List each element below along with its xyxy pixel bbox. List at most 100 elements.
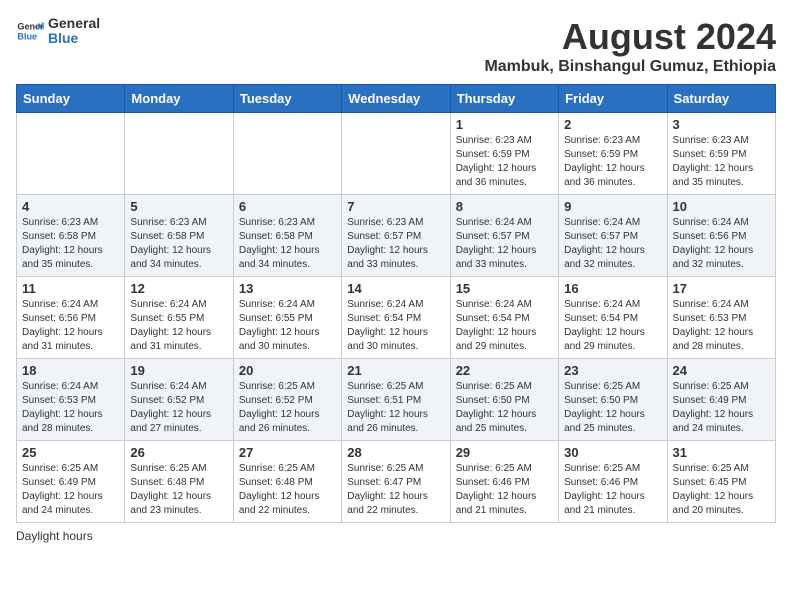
- day-number: 7: [347, 199, 444, 214]
- day-number: 6: [239, 199, 336, 214]
- day-number: 28: [347, 445, 444, 460]
- calendar-cell: 8 Sunrise: 6:24 AM Sunset: 6:57 PM Daylig…: [450, 195, 558, 277]
- day-info: Sunrise: 6:23 AM Sunset: 6:59 PM Dayligh…: [456, 134, 553, 190]
- day-number: 21: [347, 363, 444, 378]
- day-number: 20: [239, 363, 336, 378]
- day-of-week-header: Monday: [125, 85, 233, 113]
- calendar-cell: 28 Sunrise: 6:25 AM Sunset: 6:47 PM Dayli…: [342, 441, 450, 523]
- calendar-cell: [17, 113, 125, 195]
- svg-text:Blue: Blue: [17, 32, 37, 42]
- day-number: 14: [347, 281, 444, 296]
- calendar-cell: [342, 113, 450, 195]
- subtitle: Mambuk, Binshangul Gumuz, Ethiopia: [484, 58, 776, 76]
- calendar-table: SundayMondayTuesdayWednesdayThursdayFrid…: [16, 84, 776, 523]
- day-info: Sunrise: 6:24 AM Sunset: 6:56 PM Dayligh…: [673, 216, 770, 272]
- calendar-cell: 12 Sunrise: 6:24 AM Sunset: 6:55 PM Dayli…: [125, 277, 233, 359]
- calendar-cell: 17Sunrise: 6:24 AM Sunset: 6:53 PM Dayli…: [667, 277, 775, 359]
- calendar-cell: 25 Sunrise: 6:25 AM Sunset: 6:49 PM Dayli…: [17, 441, 125, 523]
- day-info: Sunrise: 6:24 AM Sunset: 6:53 PM Dayligh…: [22, 380, 119, 436]
- day-number: 12: [130, 281, 227, 296]
- day-info: Sunrise: 6:24 AM Sunset: 6:56 PM Dayligh…: [22, 298, 119, 354]
- calendar-cell: 15 Sunrise: 6:24 AM Sunset: 6:54 PM Dayli…: [450, 277, 558, 359]
- day-number: 15: [456, 281, 553, 296]
- day-info: Sunrise: 6:24 AM Sunset: 6:55 PM Dayligh…: [130, 298, 227, 354]
- day-of-week-header: Saturday: [667, 85, 775, 113]
- day-number: 8: [456, 199, 553, 214]
- calendar-week-row: 11 Sunrise: 6:24 AM Sunset: 6:56 PM Dayli…: [17, 277, 776, 359]
- day-of-week-header: Tuesday: [233, 85, 341, 113]
- calendar-cell: 3 Sunrise: 6:23 AM Sunset: 6:59 PM Daylig…: [667, 113, 775, 195]
- day-number: 22: [456, 363, 553, 378]
- calendar-week-row: 1 Sunrise: 6:23 AM Sunset: 6:59 PM Daylig…: [17, 113, 776, 195]
- day-info: Sunrise: 6:24 AM Sunset: 6:55 PM Dayligh…: [239, 298, 336, 354]
- day-info: Sunrise: 6:24 AM Sunset: 6:57 PM Dayligh…: [564, 216, 661, 272]
- day-info: Sunrise: 6:24 AM Sunset: 6:53 PM Dayligh…: [673, 298, 770, 354]
- calendar-cell: [125, 113, 233, 195]
- day-info: Sunrise: 6:25 AM Sunset: 6:46 PM Dayligh…: [564, 462, 661, 518]
- day-info: Sunrise: 6:23 AM Sunset: 6:59 PM Dayligh…: [564, 134, 661, 190]
- calendar-cell: 29 Sunrise: 6:25 AM Sunset: 6:46 PM Dayli…: [450, 441, 558, 523]
- calendar-cell: 22 Sunrise: 6:25 AM Sunset: 6:50 PM Dayli…: [450, 359, 558, 441]
- page-header: General Blue General Blue August 2024 Ma…: [16, 16, 776, 76]
- day-number: 9: [564, 199, 661, 214]
- day-info: Sunrise: 6:24 AM Sunset: 6:57 PM Dayligh…: [456, 216, 553, 272]
- calendar-cell: 14 Sunrise: 6:24 AM Sunset: 6:54 PM Dayli…: [342, 277, 450, 359]
- day-info: Sunrise: 6:24 AM Sunset: 6:54 PM Dayligh…: [564, 298, 661, 354]
- day-number: 25: [22, 445, 119, 460]
- calendar-cell: 26 Sunrise: 6:25 AM Sunset: 6:48 PM Dayli…: [125, 441, 233, 523]
- calendar-cell: 4Sunrise: 6:23 AM Sunset: 6:58 PM Daylig…: [17, 195, 125, 277]
- day-info: Sunrise: 6:23 AM Sunset: 6:58 PM Dayligh…: [239, 216, 336, 272]
- calendar-cell: 30Sunrise: 6:25 AM Sunset: 6:46 PM Dayli…: [559, 441, 667, 523]
- day-of-week-header: Thursday: [450, 85, 558, 113]
- day-of-week-header: Friday: [559, 85, 667, 113]
- day-info: Sunrise: 6:25 AM Sunset: 6:52 PM Dayligh…: [239, 380, 336, 436]
- day-number: 2: [564, 117, 661, 132]
- day-number: 3: [673, 117, 770, 132]
- calendar-cell: 24Sunrise: 6:25 AM Sunset: 6:49 PM Dayli…: [667, 359, 775, 441]
- day-number: 5: [130, 199, 227, 214]
- day-info: Sunrise: 6:25 AM Sunset: 6:47 PM Dayligh…: [347, 462, 444, 518]
- day-number: 1: [456, 117, 553, 132]
- day-info: Sunrise: 6:23 AM Sunset: 6:59 PM Dayligh…: [673, 134, 770, 190]
- day-info: Sunrise: 6:24 AM Sunset: 6:54 PM Dayligh…: [456, 298, 553, 354]
- calendar-cell: 23Sunrise: 6:25 AM Sunset: 6:50 PM Dayli…: [559, 359, 667, 441]
- day-number: 11: [22, 281, 119, 296]
- day-number: 16: [564, 281, 661, 296]
- day-info: Sunrise: 6:23 AM Sunset: 6:58 PM Dayligh…: [130, 216, 227, 272]
- logo: General Blue General Blue: [16, 16, 100, 47]
- calendar-cell: 10Sunrise: 6:24 AM Sunset: 6:56 PM Dayli…: [667, 195, 775, 277]
- day-number: 13: [239, 281, 336, 296]
- day-number: 27: [239, 445, 336, 460]
- day-info: Sunrise: 6:25 AM Sunset: 6:48 PM Dayligh…: [130, 462, 227, 518]
- day-of-week-header: Sunday: [17, 85, 125, 113]
- day-of-week-header: Wednesday: [342, 85, 450, 113]
- day-number: 4: [22, 199, 119, 214]
- day-number: 26: [130, 445, 227, 460]
- logo-general-text: General: [48, 16, 100, 31]
- day-info: Sunrise: 6:25 AM Sunset: 6:49 PM Dayligh…: [22, 462, 119, 518]
- calendar-cell: 9 Sunrise: 6:24 AM Sunset: 6:57 PM Daylig…: [559, 195, 667, 277]
- title-area: August 2024 Mambuk, Binshangul Gumuz, Et…: [484, 16, 776, 76]
- day-info: Sunrise: 6:25 AM Sunset: 6:45 PM Dayligh…: [673, 462, 770, 518]
- calendar-header-row: SundayMondayTuesdayWednesdayThursdayFrid…: [17, 85, 776, 113]
- calendar-cell: 13 Sunrise: 6:24 AM Sunset: 6:55 PM Dayli…: [233, 277, 341, 359]
- calendar-cell: [233, 113, 341, 195]
- calendar-cell: 18Sunrise: 6:24 AM Sunset: 6:53 PM Dayli…: [17, 359, 125, 441]
- calendar-cell: 27Sunrise: 6:25 AM Sunset: 6:48 PM Dayli…: [233, 441, 341, 523]
- day-info: Sunrise: 6:23 AM Sunset: 6:57 PM Dayligh…: [347, 216, 444, 272]
- calendar-cell: 16 Sunrise: 6:24 AM Sunset: 6:54 PM Dayli…: [559, 277, 667, 359]
- calendar-week-row: 18Sunrise: 6:24 AM Sunset: 6:53 PM Dayli…: [17, 359, 776, 441]
- calendar-cell: 7 Sunrise: 6:23 AM Sunset: 6:57 PM Daylig…: [342, 195, 450, 277]
- day-number: 23: [564, 363, 661, 378]
- calendar-cell: 2 Sunrise: 6:23 AM Sunset: 6:59 PM Daylig…: [559, 113, 667, 195]
- calendar-cell: 19Sunrise: 6:24 AM Sunset: 6:52 PM Dayli…: [125, 359, 233, 441]
- calendar-cell: 6 Sunrise: 6:23 AM Sunset: 6:58 PM Daylig…: [233, 195, 341, 277]
- day-info: Sunrise: 6:25 AM Sunset: 6:46 PM Dayligh…: [456, 462, 553, 518]
- day-number: 19: [130, 363, 227, 378]
- day-info: Sunrise: 6:24 AM Sunset: 6:54 PM Dayligh…: [347, 298, 444, 354]
- day-number: 31: [673, 445, 770, 460]
- day-info: Sunrise: 6:25 AM Sunset: 6:50 PM Dayligh…: [456, 380, 553, 436]
- day-number: 29: [456, 445, 553, 460]
- calendar-cell: 11 Sunrise: 6:24 AM Sunset: 6:56 PM Dayli…: [17, 277, 125, 359]
- day-info: Sunrise: 6:25 AM Sunset: 6:49 PM Dayligh…: [673, 380, 770, 436]
